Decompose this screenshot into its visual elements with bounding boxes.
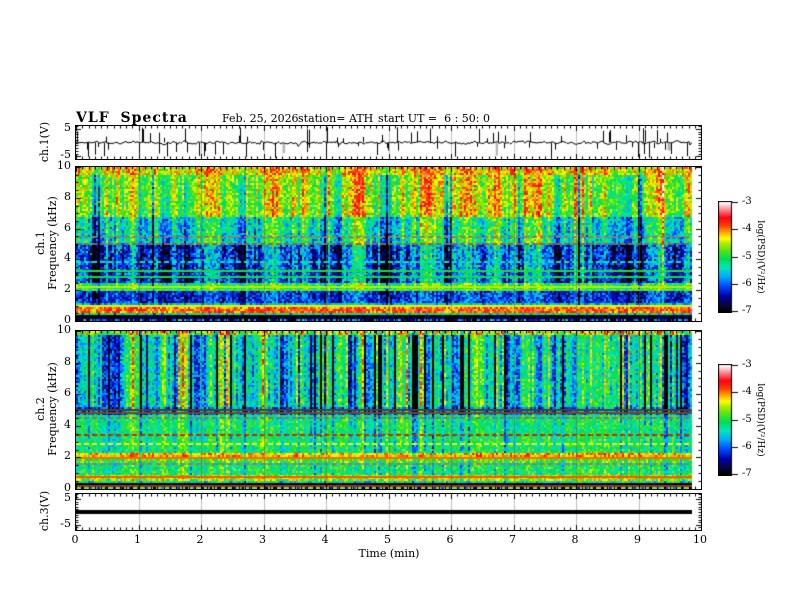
colorbar-ch1-unit-label: log(PSD)(V²/Hz) — [755, 220, 765, 294]
x-tick-label: 9 — [634, 533, 641, 546]
x-tick-label: 7 — [509, 533, 516, 546]
y-tick-label: 10 — [57, 323, 71, 336]
y-tick-label: 2 — [64, 449, 71, 463]
ch3-waveform-canvas — [76, 494, 701, 530]
vlf-spectra-figure: VLF Spectra Feb. 25, 2026 station= ATH s… — [0, 0, 792, 612]
x-tick-label: 5 — [384, 533, 391, 546]
plot-title: VLF Spectra — [76, 110, 188, 126]
colorbar-ch1-canvas — [718, 201, 740, 313]
colorbar-tick-label: -6 — [742, 278, 752, 289]
y-tick-label: -5 — [60, 516, 71, 530]
ch1-waveform-panel — [75, 125, 702, 160]
ch3-waveform-panel — [75, 493, 702, 531]
colorbar-ch1 — [718, 201, 740, 317]
colorbar-ch2-canvas — [718, 364, 740, 476]
colorbar-tick-label: -5 — [742, 251, 752, 262]
x-tick-label: 0 — [71, 533, 79, 546]
colorbar-tick-label: -7 — [742, 468, 752, 479]
x-tick-label: 10 — [693, 533, 707, 546]
x-tick-label: 1 — [134, 533, 141, 546]
plot-station: station= ATH — [298, 112, 374, 125]
y-tick-label: 10 — [57, 159, 71, 172]
ch2-spectrogram-panel — [75, 330, 702, 490]
x-tick-label: 3 — [259, 533, 266, 546]
y-tick-label: 4 — [64, 251, 71, 265]
ch1-spectrogram-canvas — [76, 167, 701, 321]
y-tick-label: 5 — [64, 491, 71, 505]
ch2-spec-ylabel-line2: Frequency (kHz) — [46, 362, 59, 456]
colorbar-ch2-unit-label: log(PSD)(V²/Hz) — [755, 383, 765, 457]
x-tick-label: 2 — [196, 533, 204, 546]
y-tick-label: 5 — [64, 120, 71, 134]
colorbar-tick-label: -7 — [742, 305, 752, 316]
colorbar-tick-label: -3 — [742, 196, 752, 207]
colorbar-ch2 — [718, 364, 740, 480]
colorbar-tick-label: -4 — [742, 386, 752, 397]
plot-date: Feb. 25, 2026 — [222, 112, 299, 125]
plot-start-ut: start UT = 6 : 50: 0 — [378, 112, 491, 125]
y-tick-label: 4 — [64, 417, 71, 431]
y-tick-label: 8 — [64, 189, 71, 203]
y-tick-label: 8 — [64, 354, 71, 368]
y-tick-label: 6 — [64, 386, 71, 400]
ch1-spec-ylabel: ch.1 Frequency (kHz) — [34, 196, 59, 290]
colorbar-tick-label: -5 — [742, 414, 752, 425]
x-tick-label: 4 — [321, 533, 329, 546]
ch1-spectrogram-panel — [75, 166, 702, 322]
x-tick-label: 6 — [446, 533, 454, 546]
colorbar-tick-label: -6 — [742, 441, 752, 452]
y-tick-label: 6 — [64, 220, 71, 234]
colorbar-tick-label: -3 — [742, 359, 752, 370]
ch1-spec-ylabel-line2: Frequency (kHz) — [46, 196, 59, 290]
y-tick-label: 2 — [64, 282, 71, 296]
x-tick-label: 8 — [571, 533, 579, 546]
colorbar-tick-label: -4 — [742, 223, 752, 234]
ch2-spec-ylabel: ch.2 Frequency (kHz) — [34, 362, 59, 456]
ch2-spectrogram-canvas — [76, 331, 701, 489]
ch1-waveform-canvas — [76, 126, 701, 159]
x-axis-label: Time (min) — [358, 547, 420, 560]
